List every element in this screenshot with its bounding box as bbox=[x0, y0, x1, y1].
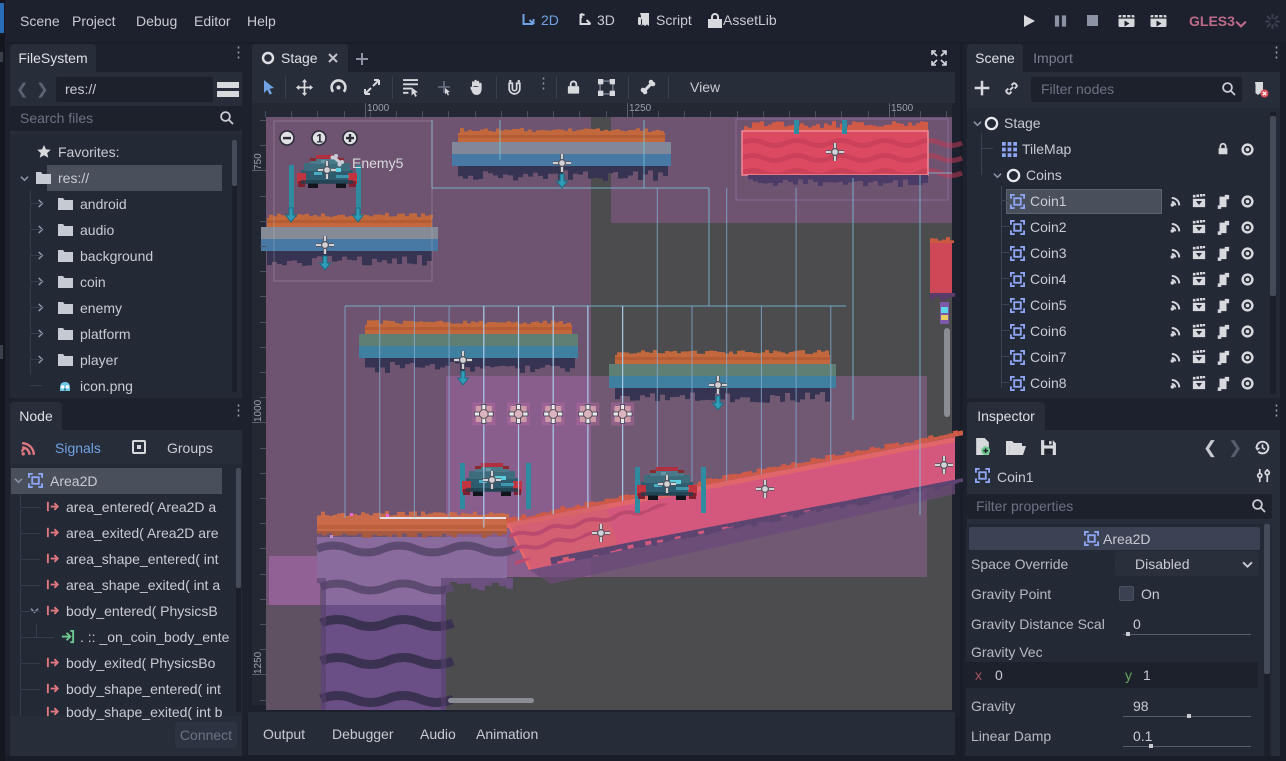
svg-text:Enemy5: Enemy5 bbox=[352, 155, 404, 171]
svg-text:1: 1 bbox=[316, 131, 323, 145]
